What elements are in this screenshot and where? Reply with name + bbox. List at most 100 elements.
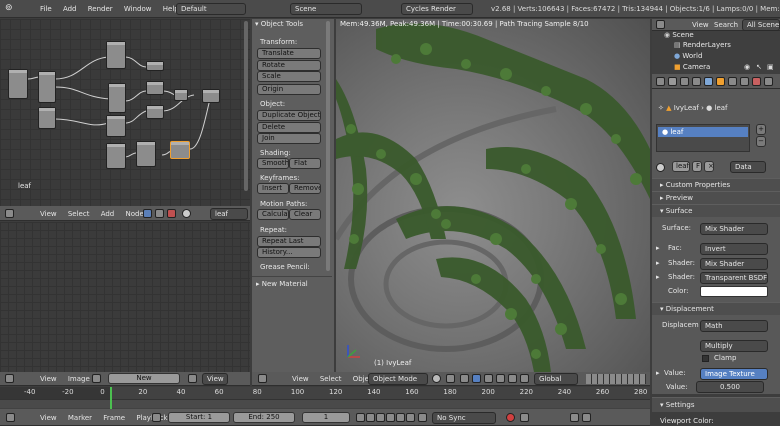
world-tab-icon[interactable] (704, 77, 713, 86)
menu-file[interactable]: File (40, 5, 52, 13)
image-menu-view[interactable]: View (40, 375, 57, 383)
node-1[interactable] (8, 69, 28, 99)
node-editor-scrollbar[interactable] (244, 21, 248, 191)
insert-keyframe-button[interactable]: Insert (257, 183, 289, 194)
layers-tab-icon[interactable] (680, 77, 689, 86)
material-sphere-icon[interactable] (182, 209, 191, 218)
clear-button[interactable]: Clear (289, 209, 321, 220)
render-engine-selector[interactable]: Cycles Render (401, 3, 473, 15)
image-editor-type-icon[interactable] (5, 374, 14, 383)
timeline-type-icon[interactable] (6, 413, 15, 422)
scale-manipulator-icon[interactable] (496, 374, 505, 383)
node-menu-node[interactable]: Node (126, 210, 144, 218)
node-6[interactable] (106, 115, 126, 137)
node-type-shader-icon[interactable] (143, 209, 152, 218)
origin-button[interactable]: Origin (257, 84, 321, 95)
surface-shader-dropdown[interactable]: Mix Shader (700, 223, 768, 235)
jump-start-icon[interactable] (356, 413, 365, 422)
play-reverse-icon[interactable] (376, 413, 385, 422)
add-slot-button[interactable]: + (756, 124, 766, 135)
outliner-filter[interactable]: All Scenes (742, 19, 780, 31)
node-9[interactable] (146, 105, 164, 119)
fac-dropdown[interactable]: Invert (700, 243, 768, 255)
rotate-manipulator-icon[interactable] (484, 374, 493, 383)
node-material-field[interactable]: leaf (210, 208, 248, 220)
viewport-menu-view[interactable]: View (292, 375, 309, 383)
insert-keyframe-icon[interactable] (570, 413, 579, 422)
settings-panel[interactable]: ▾ Settings (652, 397, 780, 412)
viewport-menu-select[interactable]: Select (320, 375, 342, 383)
node-8[interactable] (146, 81, 164, 95)
smooth-button[interactable]: Smooth (257, 158, 289, 169)
select-arrow-icon[interactable]: ↖ (756, 63, 762, 71)
shader1-arrow-icon[interactable]: ▸ (656, 258, 660, 269)
render-camera-icon[interactable]: ▣ (767, 63, 774, 71)
remove-keyframe-button[interactable]: Remove (289, 183, 321, 194)
end-frame-field[interactable]: End: 250 (233, 412, 295, 423)
menu-window[interactable]: Window (124, 5, 152, 13)
pivot-icon[interactable] (446, 374, 455, 383)
timeline-menu-view[interactable]: View (40, 414, 57, 422)
node-7[interactable] (146, 61, 164, 71)
outliner-menu-view[interactable]: View (692, 21, 709, 29)
preview-range-icon[interactable] (152, 413, 161, 422)
new-image-button[interactable]: New (108, 373, 180, 384)
tool-shelf-scrollbar[interactable] (326, 21, 330, 271)
node-type-compositor-icon[interactable] (167, 209, 176, 218)
layer-buttons[interactable] (586, 374, 646, 384)
outliner-type-icon[interactable] (656, 20, 665, 29)
custom-properties-panel[interactable]: ▸ Custom Properties (652, 178, 780, 191)
outliner-menu-search[interactable]: Search (714, 21, 738, 29)
keying-set-icon[interactable] (520, 413, 529, 422)
timeline-menu-marker[interactable]: Marker (68, 414, 92, 422)
math-operation-dropdown[interactable]: Multiply (700, 340, 768, 352)
menu-render[interactable]: Render (88, 5, 113, 13)
clamp-checkbox[interactable] (702, 355, 709, 362)
node-selected[interactable] (170, 141, 190, 159)
value-number-field[interactable]: 0.500 (696, 381, 764, 393)
node-menu-select[interactable]: Select (68, 210, 90, 218)
tool-shelf-title[interactable]: ▾ Object Tools (255, 20, 303, 28)
shader2-arrow-icon[interactable]: ▸ (656, 272, 660, 283)
displacement-dropdown[interactable]: Math (700, 320, 768, 332)
scene-selector[interactable]: Scene (290, 3, 362, 15)
delete-button[interactable]: Delete (257, 122, 321, 133)
material-slot-list[interactable]: ● leaf (656, 124, 750, 152)
material-name-field[interactable]: leaf (672, 161, 690, 172)
transform-orientation-icon[interactable] (508, 374, 517, 383)
pin-icon[interactable]: ✧ (658, 104, 666, 112)
outliner-item-renderlayers[interactable]: ▤ RenderLayers (674, 41, 731, 49)
translate-button[interactable]: Translate (257, 48, 321, 59)
modifiers-tab-icon[interactable] (728, 77, 737, 86)
pause-icon[interactable] (418, 413, 427, 422)
operator-panel-title[interactable]: ▸ New Material (256, 280, 308, 288)
scene-tab-icon[interactable] (692, 77, 701, 86)
sync-dropdown[interactable]: No Sync (432, 412, 496, 424)
shading-mode-icon[interactable] (432, 374, 441, 383)
node-editor[interactable]: leaf (0, 19, 250, 206)
node-3[interactable] (38, 107, 56, 129)
object-tab-icon[interactable] (716, 77, 725, 86)
current-frame-field[interactable]: 1 (302, 412, 350, 423)
play-icon[interactable] (386, 413, 395, 422)
breadcrumb-material[interactable]: leaf (715, 104, 728, 112)
value-arrow-icon[interactable]: ▸ (656, 368, 660, 379)
mode-selector[interactable]: Object Mode (368, 373, 428, 385)
node-11[interactable] (202, 89, 220, 103)
start-frame-field[interactable]: Start: 1 (168, 412, 230, 423)
outliner-item-camera[interactable]: ■ Camera (674, 63, 710, 71)
preview-panel[interactable]: ▸ Preview (652, 191, 780, 204)
material-slot-leaf[interactable]: ● leaf (658, 127, 748, 137)
image-view-dropdown[interactable]: View (202, 373, 228, 385)
image-editor[interactable] (0, 222, 250, 372)
displacement-panel[interactable]: ▾ Displacement (652, 302, 780, 315)
calculate-button[interactable]: Calculate (257, 209, 289, 220)
image-menu-image[interactable]: Image (68, 375, 90, 383)
editor-type-icon[interactable] (5, 209, 14, 218)
record-icon[interactable] (506, 413, 515, 422)
lock-icon[interactable] (520, 374, 529, 383)
breadcrumb-object[interactable]: IvyLeaf (674, 104, 699, 112)
fac-arrow-icon[interactable]: ▸ (656, 243, 660, 254)
surface-panel[interactable]: ▾ Surface (652, 204, 780, 217)
node-menu-add[interactable]: Add (101, 210, 115, 218)
